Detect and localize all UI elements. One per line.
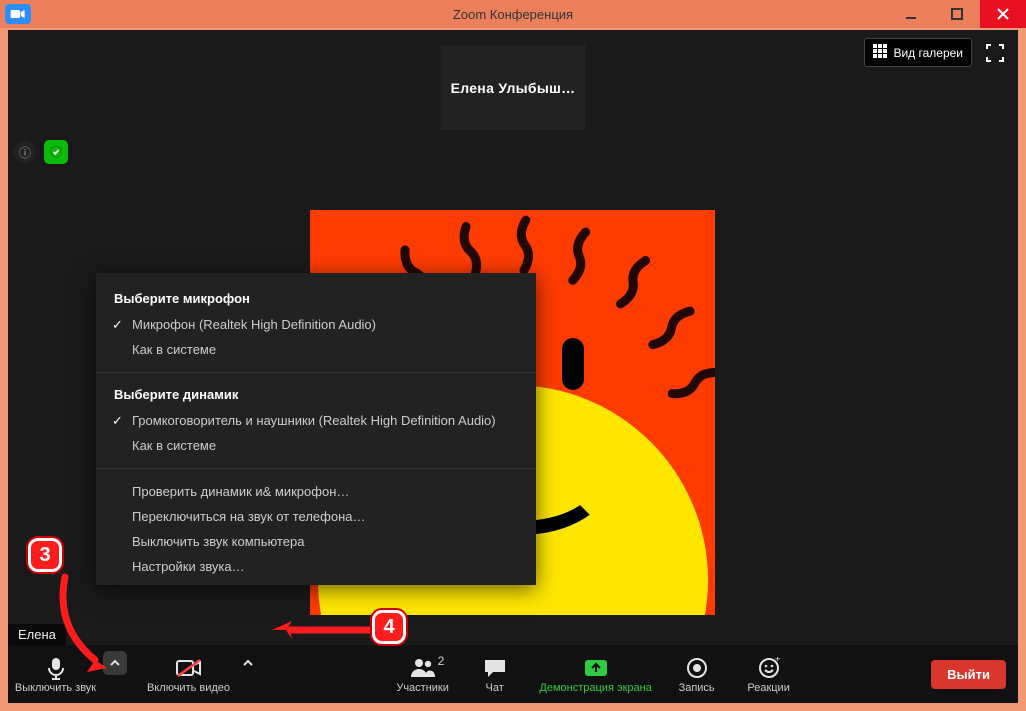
- annotation-arrow-4: [272, 618, 382, 642]
- shield-icon: [49, 145, 63, 159]
- encryption-badge[interactable]: [44, 140, 68, 164]
- video-button[interactable]: Включить видео: [141, 645, 236, 703]
- gallery-view-label: Вид галереи: [893, 46, 963, 60]
- annotation-arrow-3: [45, 572, 125, 672]
- meeting-toolbar: Выключить звук Включить видео 2 Участник…: [8, 645, 1018, 703]
- svg-text:+: +: [775, 657, 780, 664]
- chat-button[interactable]: Чат: [459, 645, 531, 703]
- camera-off-icon: [176, 654, 202, 682]
- share-screen-icon: [583, 654, 609, 682]
- window-maximize-button[interactable]: [934, 0, 980, 28]
- zoom-app-icon: [5, 4, 31, 24]
- annotation-step-3: 3: [28, 538, 62, 572]
- gallery-view-button[interactable]: Вид галереи: [864, 38, 972, 67]
- test-audio-menu-item[interactable]: Проверить динамик и& микрофон…: [96, 479, 536, 504]
- reactions-button[interactable]: + Реакции: [733, 645, 805, 703]
- record-icon: [686, 654, 708, 682]
- mic-option[interactable]: Микрофон (Realtek High Definition Audio): [96, 312, 536, 337]
- participant-name: Елена Улыбыш…: [451, 80, 576, 96]
- meeting-info-button[interactable]: ⓘ: [14, 141, 36, 163]
- window-close-button[interactable]: [980, 0, 1026, 28]
- title-bar: Zoom Конференция: [0, 0, 1026, 28]
- audio-settings-menu-item[interactable]: Настройки звука…: [96, 554, 536, 579]
- leave-button[interactable]: Выйти: [931, 660, 1006, 689]
- share-screen-button[interactable]: Демонстрация экрана: [531, 645, 661, 703]
- people-icon: [410, 657, 436, 680]
- active-speaker-tile[interactable]: Елена Улыбыш…: [441, 45, 586, 130]
- annotation-step-4: 4: [372, 610, 406, 644]
- info-icon: ⓘ: [19, 144, 31, 161]
- participants-button[interactable]: 2 Участники: [387, 645, 459, 703]
- mic-option[interactable]: Как в системе: [96, 337, 536, 362]
- audio-options-menu: Выберите микрофон Микрофон (Realtek High…: [96, 273, 536, 585]
- speaker-section-heading: Выберите динамик: [96, 383, 536, 408]
- video-area: Елена Улыбыш… Вид галереи ⓘ: [8, 30, 1018, 645]
- chat-icon: [483, 654, 507, 682]
- window-minimize-button[interactable]: [888, 0, 934, 28]
- video-options-chevron[interactable]: [236, 651, 260, 675]
- menu-divider: [96, 468, 536, 469]
- smiley-icon: +: [758, 654, 780, 682]
- mic-section-heading: Выберите микрофон: [96, 287, 536, 312]
- leave-audio-menu-item[interactable]: Выключить звук компьютера: [96, 529, 536, 554]
- menu-divider: [96, 372, 536, 373]
- speaker-option[interactable]: Громкоговоритель и наушники (Realtek Hig…: [96, 408, 536, 433]
- window-title: Zoom Конференция: [453, 7, 573, 22]
- phone-audio-menu-item[interactable]: Переключиться на звук от телефона…: [96, 504, 536, 529]
- grid-icon: [873, 44, 887, 61]
- chevron-up-icon: [243, 659, 253, 667]
- fullscreen-icon: [986, 44, 1004, 62]
- speaker-option[interactable]: Как в системе: [96, 433, 536, 458]
- record-button[interactable]: Запись: [661, 645, 733, 703]
- participants-count: 2: [438, 654, 445, 668]
- fullscreen-button[interactable]: [980, 40, 1010, 66]
